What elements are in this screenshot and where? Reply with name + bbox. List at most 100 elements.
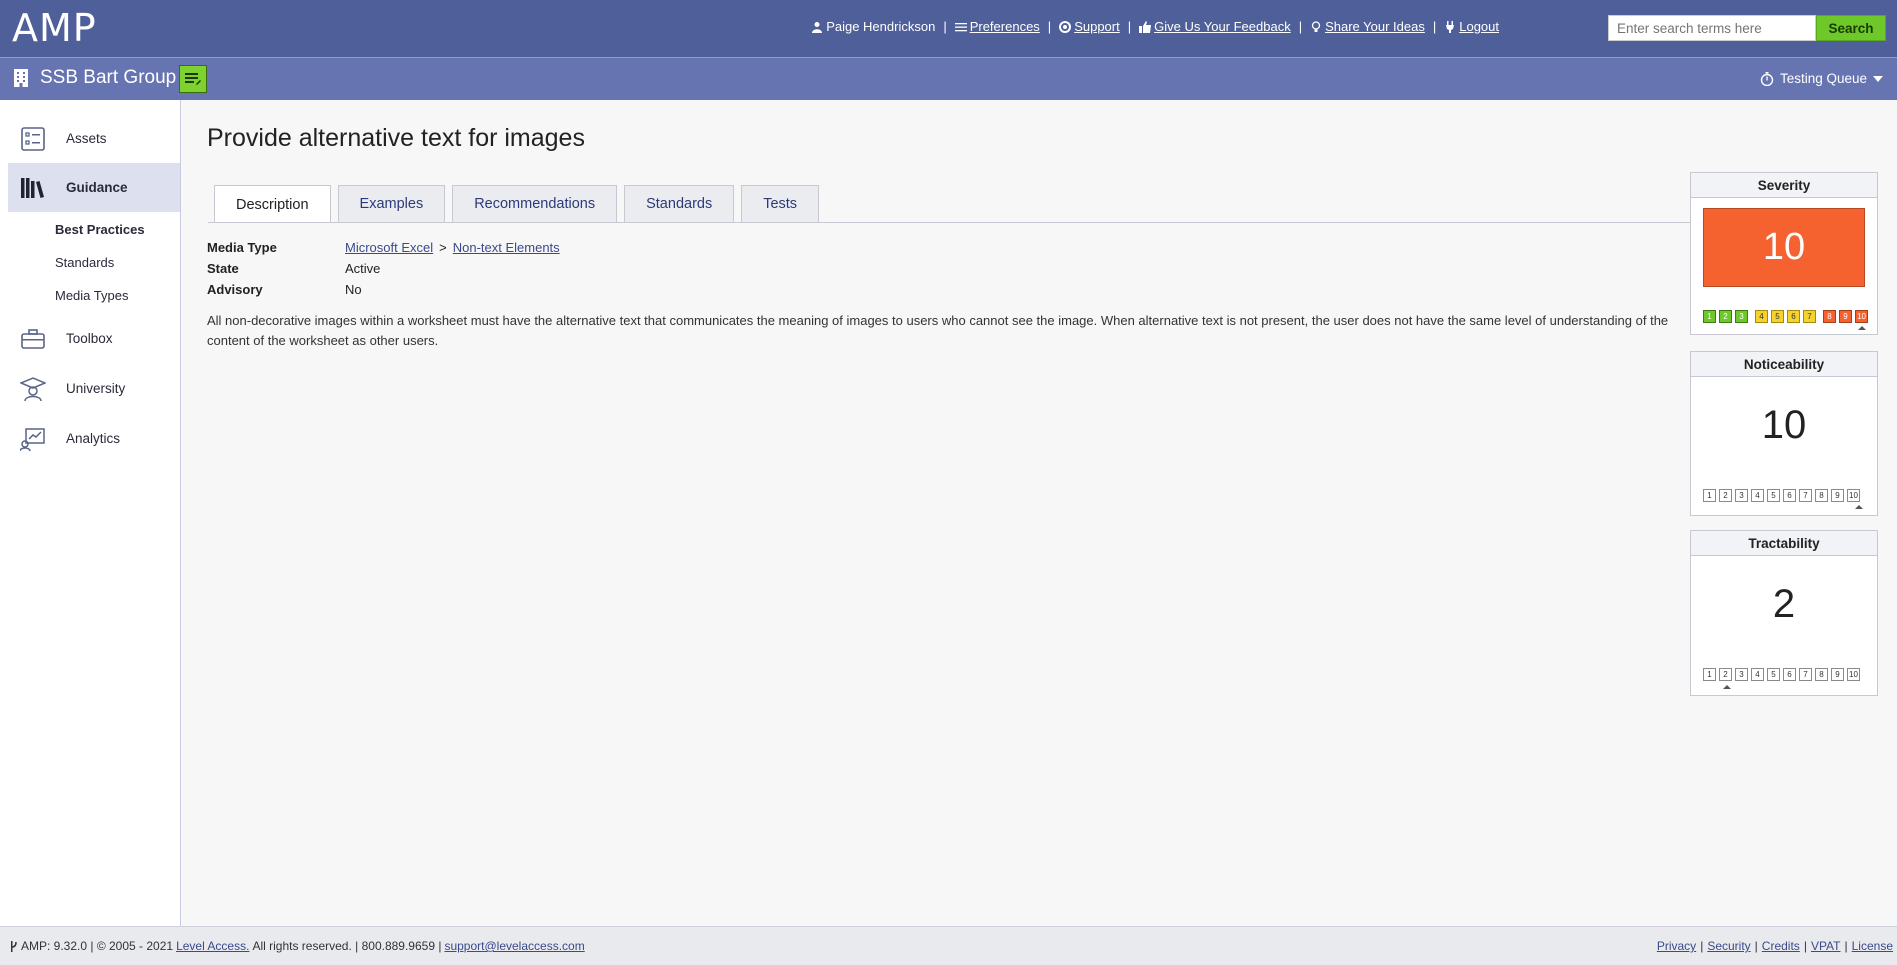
scale-8: 8 [1815,489,1828,502]
tab-description[interactable]: Description [214,185,331,223]
scale-8: 8 [1823,310,1836,323]
footer-link-security[interactable]: Security [1707,939,1750,953]
preferences-link[interactable]: Preferences [954,19,1040,34]
scale-5: 5 [1767,668,1780,681]
footer-link-license[interactable]: License [1852,939,1893,953]
media-type-link-non-text[interactable]: Non-text Elements [453,240,560,255]
scale-6: 6 [1783,668,1796,681]
list-edit-icon [185,73,201,85]
noticeability-value: 10 [1761,403,1807,447]
sidebar-item-assets[interactable]: Assets [8,114,180,163]
scale-2: 2 [1719,310,1732,323]
tab-recommendations[interactable]: Recommendations [452,185,618,222]
search-button[interactable]: Search [1816,15,1886,41]
scale-9: 9 [1831,489,1844,502]
sidebar-sub-media-types[interactable]: Media Types [55,288,128,303]
tab-standards[interactable]: Standards [624,185,735,222]
scale-7: 7 [1799,668,1812,681]
queue-label: Testing Queue [1779,71,1867,86]
assets-icon [21,126,45,151]
severity-marker-icon [1858,326,1866,330]
noticeability-marker-icon [1855,505,1863,509]
scale-3: 3 [1735,310,1748,323]
feedback-link[interactable]: Give Us Your Feedback [1139,19,1291,34]
page-title: Provide alternative text for images [207,124,585,152]
advisory-value: No [345,282,362,297]
sidebar-item-analytics[interactable]: Analytics [8,414,180,463]
sidebar-sub-standards[interactable]: Standards [55,255,114,270]
user-menu[interactable]: Paige Hendrickson [811,19,935,34]
footer-link-privacy[interactable]: Privacy [1657,939,1696,953]
plug-icon [1446,20,1455,33]
scale-3: 3 [1735,668,1748,681]
footer-link-credits[interactable]: Credits [1762,939,1800,953]
building-icon [14,69,28,87]
footer: AMP: 9.32.0 | © 2005 - 2021 Level Access… [0,926,1897,965]
thumbs-up-icon [1139,20,1152,33]
footer-version: AMP: 9.32.0 | © 2005 - 2021 [21,939,174,953]
amp-logo[interactable]: AMP [12,6,97,50]
stopwatch-icon [1760,71,1774,86]
footer-company-link[interactable]: Level Access. [176,939,249,953]
tab-divider [208,222,1694,223]
testing-queue-dropdown[interactable]: Testing Queue [1760,71,1883,86]
support-icon [1059,20,1072,33]
university-icon [20,376,46,401]
scale-5: 5 [1771,310,1784,323]
top-bar: AMP Paige Hendrickson | Preferences | Su… [0,0,1897,57]
severity-heading: Severity [1691,173,1877,198]
sidebar-item-toolbox[interactable]: Toolbox [8,314,180,363]
sidebar-item-label: Guidance [66,180,128,195]
severity-value: 10 [1703,208,1865,287]
tractability-panel: Tractability 2 1 2 3 4 5 6 7 8 9 10 [1690,530,1878,696]
scale-6: 6 [1787,310,1800,323]
advisory-label: Advisory [207,282,263,297]
support-link[interactable]: Support [1059,19,1120,34]
sidebar-sub-best-practices[interactable]: Best Practices [55,222,145,237]
sidebar-item-guidance[interactable]: Guidance [8,163,180,212]
main-content: Provide alternative text for images Desc… [182,100,1897,926]
scale-9: 9 [1831,668,1844,681]
sidebar-item-label: University [66,381,126,396]
scale-1: 1 [1703,489,1716,502]
noticeability-heading: Noticeability [1691,352,1877,377]
sidebar-item-university[interactable]: University [8,364,180,413]
scale-5: 5 [1767,489,1780,502]
footer-support-email[interactable]: support@levelaccess.com [444,939,584,953]
scale-8: 8 [1815,668,1828,681]
sidebar: Assets Guidance Best Practices Standards… [0,100,181,926]
tab-tests[interactable]: Tests [741,185,820,222]
noticeability-panel: Noticeability 10 1 2 3 4 5 6 7 8 9 10 [1690,351,1878,516]
search-input[interactable] [1608,15,1816,41]
org-name[interactable]: SSB Bart Group [40,67,176,89]
scale-6: 6 [1783,489,1796,502]
noticeability-scale: 1 2 3 4 5 6 7 8 9 10 [1703,489,1863,502]
scale-2: 2 [1719,668,1732,681]
tractability-marker-icon [1723,685,1731,689]
severity-scale: 1 2 3 4 5 6 7 8 9 10 [1703,310,1871,323]
media-type-label: Media Type [207,240,277,255]
tab-bar: Description Examples Recommendations Sta… [214,185,826,223]
lightbulb-icon [1311,20,1321,32]
scale-4: 4 [1751,668,1764,681]
logout-link[interactable]: Logout [1444,19,1499,34]
state-value: Active [345,261,381,276]
tractability-heading: Tractability [1691,531,1877,556]
org-switcher-button[interactable] [179,65,207,93]
sidebar-item-label: Assets [66,131,107,146]
metadata-list: Media Type Microsoft Excel > Non-text El… [207,237,560,300]
guidance-icon [21,177,44,198]
ideas-link[interactable]: Share Your Ideas [1310,19,1425,34]
scale-1: 1 [1703,310,1716,323]
severity-panel: Severity 10 1 2 3 4 5 6 7 8 9 10 [1690,172,1878,335]
scale-9: 9 [1839,310,1852,323]
scale-4: 4 [1751,489,1764,502]
footer-link-vpat[interactable]: VPAT [1811,939,1841,953]
top-links: Paige Hendrickson | Preferences | Suppor… [811,19,1499,34]
scale-7: 7 [1803,310,1816,323]
media-type-link-excel[interactable]: Microsoft Excel [345,240,433,255]
toolbox-icon [21,328,45,349]
tractability-value: 2 [1772,582,1796,626]
scale-1: 1 [1703,668,1716,681]
tab-examples[interactable]: Examples [337,185,446,222]
